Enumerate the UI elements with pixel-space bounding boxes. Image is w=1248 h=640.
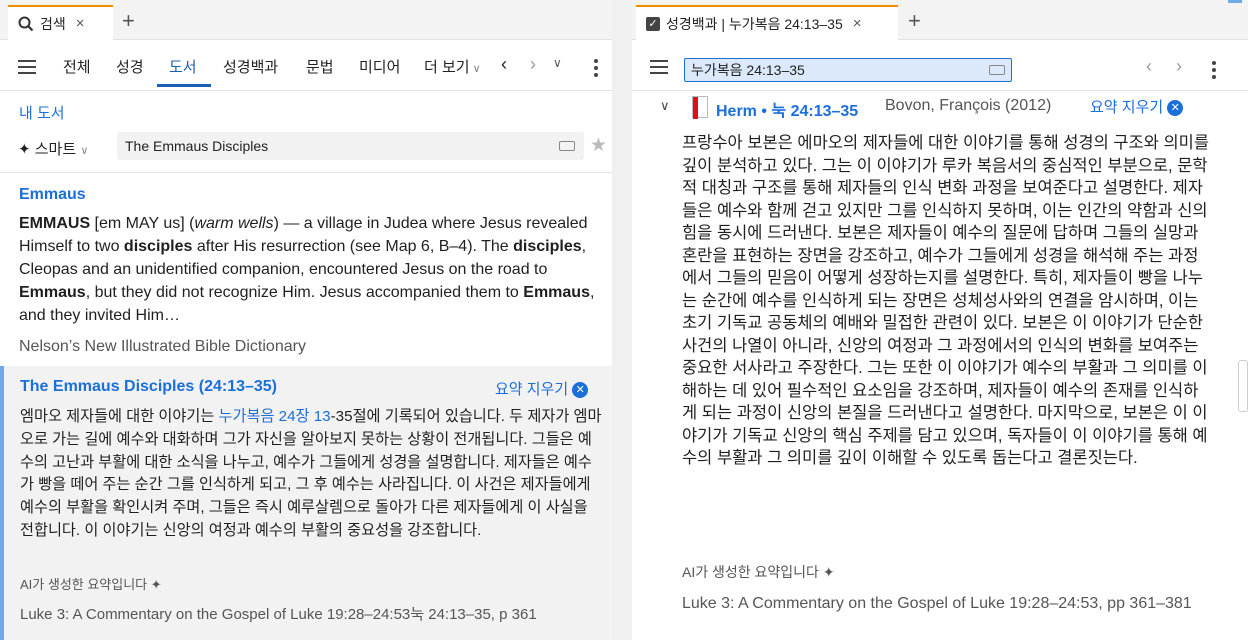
nav-more-label: 더 보기 [424,59,470,76]
keyboard-icon[interactable] [989,65,1005,75]
divider [632,90,1248,91]
divider [0,90,612,91]
snippet-text: [em MAY us] ( [90,215,195,232]
ai-note-label: AI가 생성한 요약입니다 [682,564,819,580]
chevron-right-icon[interactable]: › [530,54,536,75]
clear-summary-button[interactable]: 요약 지우기 ✕ [1090,96,1184,117]
more-options-icon[interactable] [1212,61,1216,82]
result-snippet: EMMAUS [em MAY us] (warm wells) — a vill… [19,212,604,327]
reference-field[interactable] [684,58,1012,82]
search-panel: 검색 × + 전체 성경 도서 성경백과 문법 미디어 더 보기 ∨ ‹ › ∨ … [0,0,612,640]
search-icon [18,16,34,31]
close-circle-icon: ✕ [572,382,589,398]
favorite-star-icon[interactable]: ★ [590,134,607,157]
chevron-down-icon: ∨ [472,63,481,75]
reference-input[interactable] [691,61,981,79]
chevron-down-icon: ∨ [80,145,89,157]
resource-author: Bovon, François (2012) [885,97,1052,114]
summary-title[interactable]: The Emmaus Disciples (24:13–35) [20,378,277,396]
ai-generated-note: AI가 생성한 요약입니다 ✦ [682,562,835,582]
menu-icon[interactable] [18,60,36,74]
nav-more[interactable]: 더 보기 ∨ [424,56,481,77]
chevron-left-icon[interactable]: ‹ [1146,56,1152,77]
summary-text: 프랑수아 보본은 에마오의 제자들에 대한 이야기를 통해 성경의 구조와 의미… [682,134,1210,467]
close-icon[interactable]: × [853,15,862,32]
bible-reference-link[interactable]: 누가복음 24장 13 [219,408,331,425]
result-source[interactable]: Nelson’s New Illustrated Bible Dictionar… [19,338,306,356]
chevron-down-icon[interactable]: ∨ [660,98,670,114]
tab-encyclopedia-label: 성경백과 | 누가복음 24:13–35 [666,15,843,32]
more-options-icon[interactable] [594,59,598,80]
smart-label: 스마트 [34,141,77,158]
gloss: warm wells [194,215,274,232]
clear-summary-button[interactable]: 요약 지우기 ✕ [495,378,589,399]
highlight: disciples [513,238,582,255]
keyboard-icon[interactable] [559,141,575,151]
pane-divider[interactable] [612,0,632,640]
highlight: Emmaus [19,284,86,301]
nav-media[interactable]: 미디어 [359,56,400,77]
active-tab-indicator [157,84,211,87]
sparkle-icon: ✦ [18,141,31,158]
summary-text-part: 엠마오 제자들에 대한 이야기는 [20,408,219,425]
smart-label-group: ✦ 스마트 ∨ [18,138,88,159]
book-cover-icon [692,96,708,119]
resource-link[interactable]: Herm • 눅 24:13–35 [716,97,858,121]
sparkle-icon: ✦ [150,577,162,592]
right-tab-bar: ✓ 성경백과 | 누가복음 24:13–35 × + [632,0,1248,40]
tab-search[interactable]: 검색 × [8,5,113,40]
nav-books[interactable]: 도서 [169,56,197,77]
chevron-right-icon[interactable]: › [1176,56,1182,77]
summary-source[interactable]: Luke 3: A Commentary on the Gospel of Lu… [20,603,537,624]
menu-icon[interactable] [650,60,668,74]
result-title[interactable]: Emmaus [19,186,86,204]
scroll-handle[interactable] [1238,360,1248,412]
search-field[interactable] [117,132,584,160]
ai-summary-card: The Emmaus Disciples (24:13–35) 요약 지우기 ✕ … [0,366,612,640]
clear-summary-label: 요약 지우기 [1090,99,1164,116]
ai-generated-note: AI가 생성한 요약입니다 ✦ [20,574,162,593]
nav-grammar[interactable]: 문법 [306,56,334,77]
ai-note-label: AI가 생성한 요약입니다 [20,577,148,592]
window-edge-marker [1228,0,1242,3]
summary-text: 엠마오 제자들에 대한 이야기는 누가복음 24장 13-35절에 기록되어 있… [20,406,605,543]
new-tab-button[interactable]: + [908,8,921,34]
close-icon[interactable]: × [76,15,85,32]
new-tab-button[interactable]: + [122,8,135,34]
nav-all[interactable]: 전체 [63,56,91,77]
nav-encyclopedia[interactable]: 성경백과 [223,56,278,77]
left-tab-bar: 검색 × + [0,0,612,40]
headword: EMMAUS [19,215,91,232]
my-library-link[interactable]: 내 도서 [19,102,65,123]
summary-text-part: -35절에 기록되어 있습니다. 두 제자가 엠마오로 가는 길에 예수와 대화… [20,408,602,539]
highlight: Emmaus [523,284,590,301]
encyclopedia-panel: ✓ 성경백과 | 누가복음 24:13–35 × + ‹ › ∨ Herm • … [632,0,1248,640]
summary-source[interactable]: Luke 3: A Commentary on the Gospel of Lu… [682,592,1202,616]
search-input[interactable] [125,136,545,156]
tab-encyclopedia[interactable]: ✓ 성경백과 | 누가복음 24:13–35 × [636,5,898,40]
close-circle-icon: ✕ [1167,100,1184,116]
tab-search-label: 검색 [40,15,66,32]
chevron-left-icon[interactable]: ‹ [501,54,507,75]
sparkle-icon: ✦ [822,564,835,580]
nav-bible[interactable]: 성경 [116,56,144,77]
history-dropdown-icon[interactable]: ∨ [553,56,562,70]
divider [0,172,612,173]
snippet-text: , but they did not recognize Him. Jesus … [85,284,524,301]
highlight: disciples [123,238,193,255]
checkbox-icon: ✓ [646,16,660,31]
clear-summary-label: 요약 지우기 [495,381,569,398]
snippet-text: after His resurrection (see Map 6, B–4).… [192,238,514,255]
